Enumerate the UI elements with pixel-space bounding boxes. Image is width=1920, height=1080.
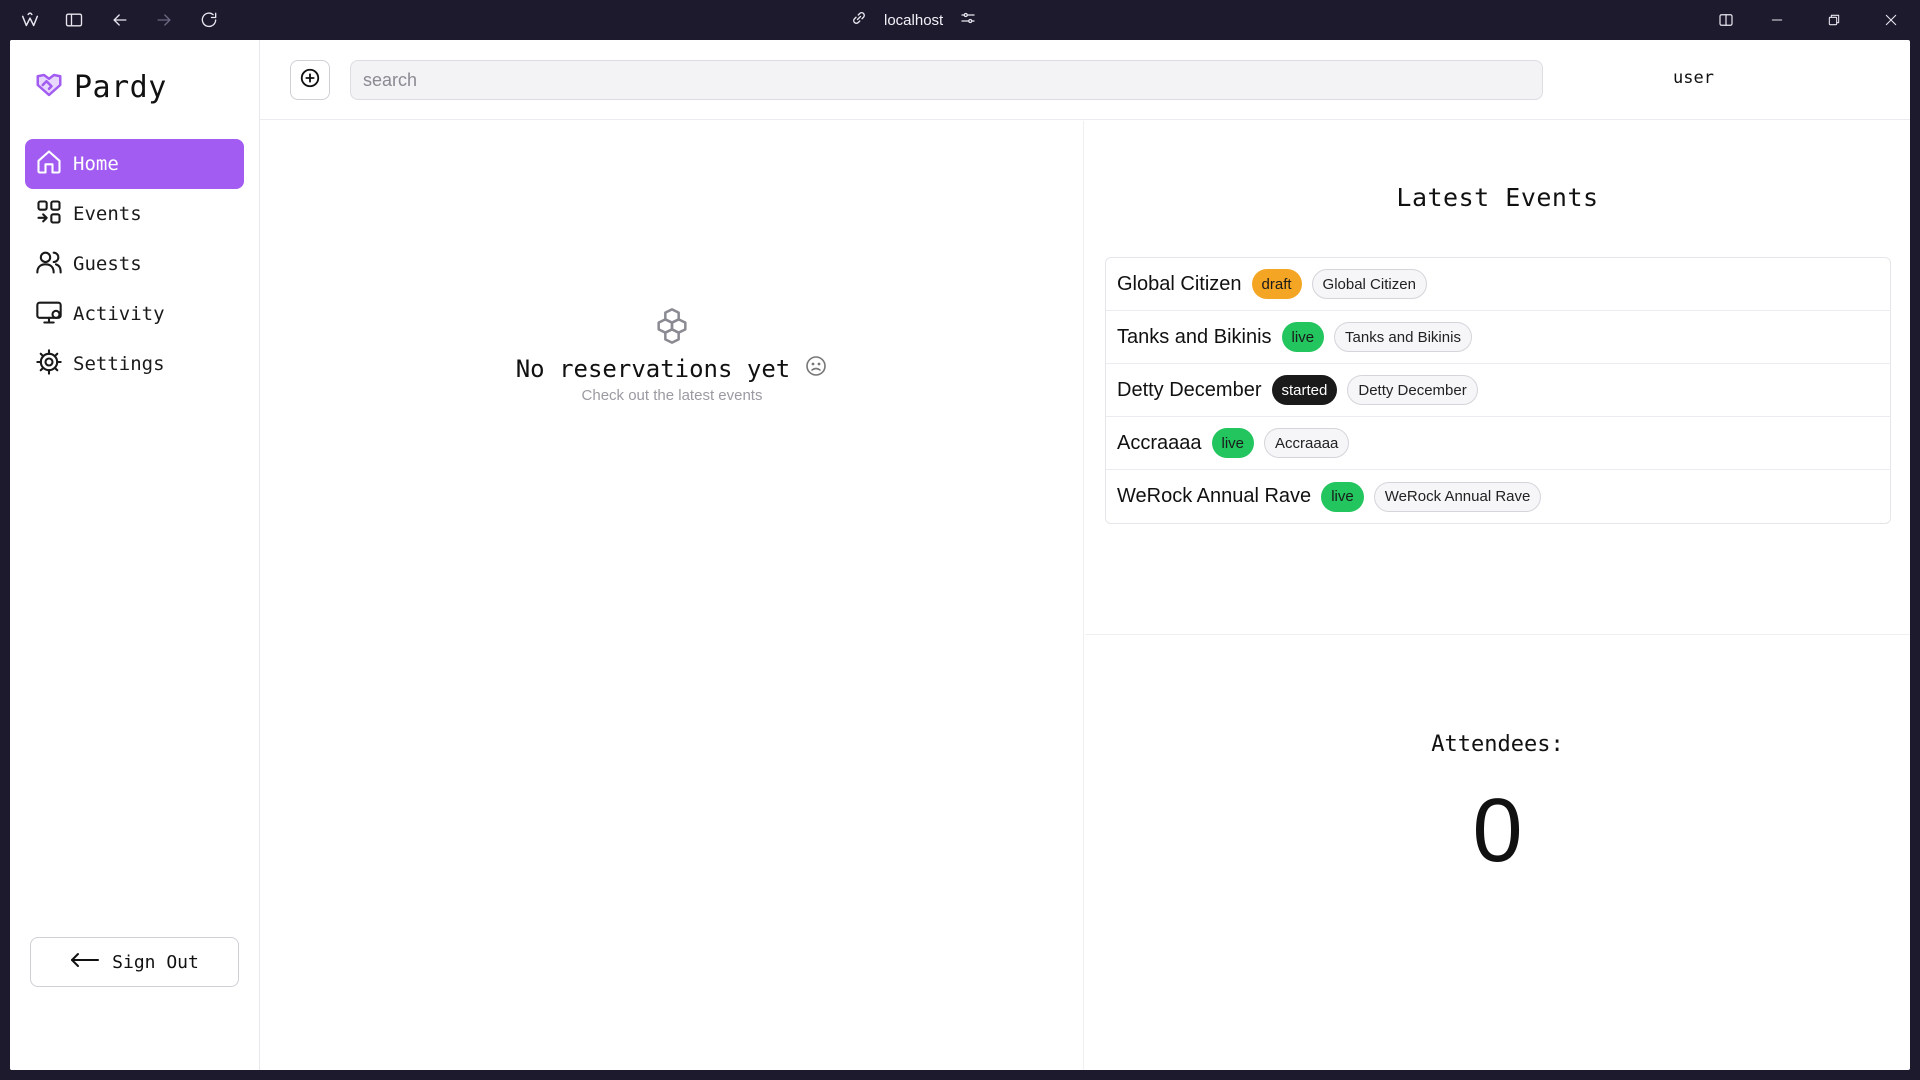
latest-events-title: Latest Events bbox=[1396, 183, 1599, 212]
event-row[interactable]: Global Citizen draft Global Citizen bbox=[1106, 258, 1890, 311]
sign-out-button[interactable]: Sign Out bbox=[30, 937, 239, 987]
event-name: Global Citizen bbox=[1117, 272, 1242, 295]
sidebar-item-label: Events bbox=[73, 203, 142, 225]
home-icon bbox=[35, 148, 63, 181]
event-row[interactable]: WeRock Annual Rave live WeRock Annual Ra… bbox=[1106, 470, 1890, 523]
empty-state-title: No reservations yet bbox=[515, 355, 791, 383]
arrow-left-icon bbox=[70, 951, 100, 974]
event-name: Tanks and Bikinis bbox=[1117, 325, 1272, 348]
split-view-icon[interactable] bbox=[1714, 8, 1738, 32]
top-bar: user bbox=[260, 40, 1910, 120]
minimize-icon[interactable] bbox=[1765, 8, 1789, 32]
cog-icon bbox=[35, 348, 63, 381]
sidebar-item-events[interactable]: Events bbox=[25, 189, 244, 239]
sign-out-label: Sign Out bbox=[112, 951, 199, 973]
browser-chrome: localhost bbox=[0, 0, 1920, 40]
attendees-count: 0 bbox=[1472, 781, 1523, 881]
sidebar-item-activity[interactable]: Activity bbox=[25, 289, 244, 339]
close-icon[interactable] bbox=[1879, 8, 1903, 32]
sidebar-item-label: Guests bbox=[73, 253, 142, 275]
sidebar-item-label: Activity bbox=[73, 303, 165, 325]
status-badge: live bbox=[1281, 322, 1325, 352]
reload-icon[interactable] bbox=[197, 8, 221, 32]
events-list: Global Citizen draft Global Citizen Tank… bbox=[1105, 257, 1891, 524]
event-row[interactable]: Detty December started Detty December bbox=[1106, 364, 1890, 417]
event-row[interactable]: Accraaaa live Accraaaa bbox=[1106, 417, 1890, 470]
latest-events-panel: Latest Events Global Citizen draft Globa… bbox=[1085, 121, 1910, 635]
event-tag: Accraaaa bbox=[1264, 428, 1350, 458]
status-badge: live bbox=[1321, 481, 1364, 512]
empty-state-subtitle: Check out the latest events bbox=[581, 387, 763, 404]
event-tag: Detty December bbox=[1347, 375, 1478, 405]
status-badge: live bbox=[1211, 428, 1255, 458]
address-bar[interactable]: localhost bbox=[850, 8, 977, 32]
grid-icon bbox=[35, 198, 63, 231]
plus-circle-icon bbox=[299, 67, 321, 94]
sidebar-item-guests[interactable]: Guests bbox=[25, 239, 244, 289]
back-icon[interactable] bbox=[108, 8, 132, 32]
sidebar-item-label: Settings bbox=[73, 353, 165, 375]
attendees-panel: Attendees: 0 bbox=[1085, 636, 1910, 1070]
boxes-icon bbox=[260, 306, 1084, 346]
browser-logo-icon[interactable] bbox=[18, 8, 42, 32]
event-tag: Tanks and Bikinis bbox=[1334, 322, 1472, 352]
app-name: Pardy bbox=[74, 70, 167, 105]
users-icon bbox=[35, 248, 63, 281]
event-row[interactable]: Tanks and Bikinis live Tanks and Bikinis bbox=[1106, 311, 1890, 364]
app-window: Pardy Home Events Guests Activity Settin… bbox=[10, 40, 1910, 1070]
attendees-label: Attendees: bbox=[1431, 732, 1564, 757]
search-input[interactable] bbox=[350, 60, 1543, 100]
sidebar-item-settings[interactable]: Settings bbox=[25, 339, 244, 389]
forward-icon[interactable] bbox=[152, 8, 176, 32]
restore-icon[interactable] bbox=[1822, 8, 1846, 32]
event-tag: Global Citizen bbox=[1311, 269, 1427, 299]
site-settings-icon[interactable] bbox=[959, 9, 977, 31]
event-name: Detty December bbox=[1117, 378, 1262, 401]
app-logo[interactable]: Pardy bbox=[34, 70, 167, 105]
url-text: localhost bbox=[884, 11, 944, 29]
status-badge: draft bbox=[1251, 269, 1302, 299]
empty-state-title-row: No reservations yet bbox=[260, 354, 1084, 384]
sidebar-toggle-icon[interactable] bbox=[62, 8, 86, 32]
event-name: Accraaaa bbox=[1117, 431, 1202, 454]
empty-state: No reservations yet Check out the latest… bbox=[260, 306, 1084, 404]
sidebar-item-label: Home bbox=[73, 153, 119, 175]
monitor-icon bbox=[35, 298, 63, 331]
frown-icon bbox=[804, 354, 828, 384]
sidebar: Pardy Home Events Guests Activity Settin… bbox=[10, 40, 260, 1070]
handshake-logo-icon bbox=[34, 70, 64, 105]
event-name: WeRock Annual Rave bbox=[1117, 485, 1312, 507]
link-icon bbox=[850, 9, 868, 31]
reservations-panel: No reservations yet Check out the latest… bbox=[260, 121, 1084, 1070]
user-menu[interactable]: user bbox=[1673, 68, 1714, 88]
add-button[interactable] bbox=[290, 60, 330, 100]
sidebar-nav: Home Events Guests Activity Settings bbox=[25, 139, 244, 389]
status-badge: started bbox=[1271, 375, 1338, 405]
event-tag: WeRock Annual Rave bbox=[1373, 481, 1542, 512]
sidebar-item-home[interactable]: Home bbox=[25, 139, 244, 189]
